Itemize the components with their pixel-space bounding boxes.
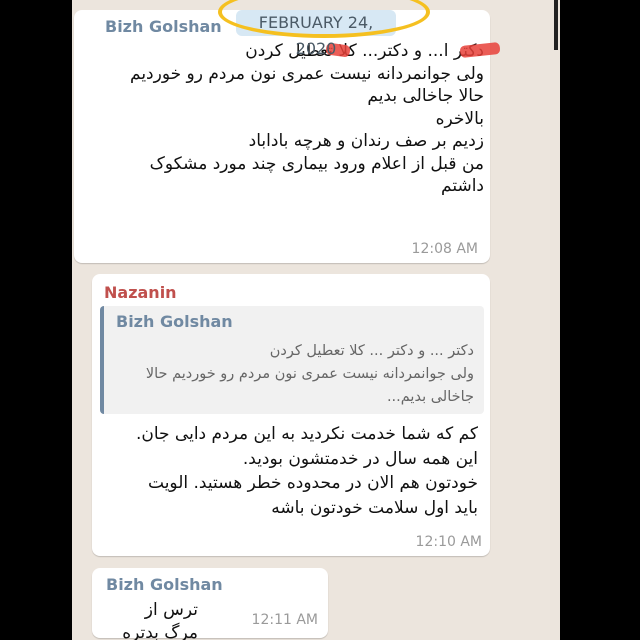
message-bubble-2[interactable]: Nazanin Bizh Golshan دکتر ... و دکتر ...… bbox=[92, 274, 490, 556]
left-black-margin bbox=[0, 0, 72, 640]
message-bubble-3[interactable]: Bizh Golshan ترس از مرگ بدتره 12:11 AM bbox=[92, 568, 328, 640]
message-sender[interactable]: Nazanin bbox=[104, 283, 177, 302]
message-text: کم که شما خدمت نکردید به این مردم دایی ج… bbox=[135, 424, 478, 518]
message-time: 12:10 AM bbox=[415, 534, 482, 550]
message-text: دکتر ا... و دکتر... کلا تعطیل کردن ولی ج… bbox=[130, 41, 484, 196]
message-sender[interactable]: Bizh Golshan bbox=[106, 575, 223, 594]
message-sender[interactable]: Bizh Golshan bbox=[105, 17, 222, 36]
message-bubble-1[interactable]: Bizh Golshan دکتر ا... و دکتر... کلا تعط… bbox=[74, 10, 490, 263]
quote-sender: Bizh Golshan bbox=[116, 312, 233, 331]
right-black-margin bbox=[560, 0, 640, 640]
scrollbar-thumb[interactable] bbox=[554, 0, 558, 50]
message-text: ترس از مرگ بدتره bbox=[122, 600, 198, 640]
chat-area[interactable]: Bizh Golshan دکتر ا... و دکتر... کلا تعط… bbox=[72, 0, 560, 640]
quoted-message[interactable]: Bizh Golshan دکتر ... و دکتر ... کلا تعط… bbox=[100, 306, 484, 414]
quote-accent-bar bbox=[100, 306, 104, 414]
message-time: 12:08 AM bbox=[411, 241, 478, 257]
message-time: 12:11 AM bbox=[251, 612, 318, 628]
quote-text: دکتر ... و دکتر ... کلا تعطیل کردن ولی ج… bbox=[145, 343, 474, 405]
